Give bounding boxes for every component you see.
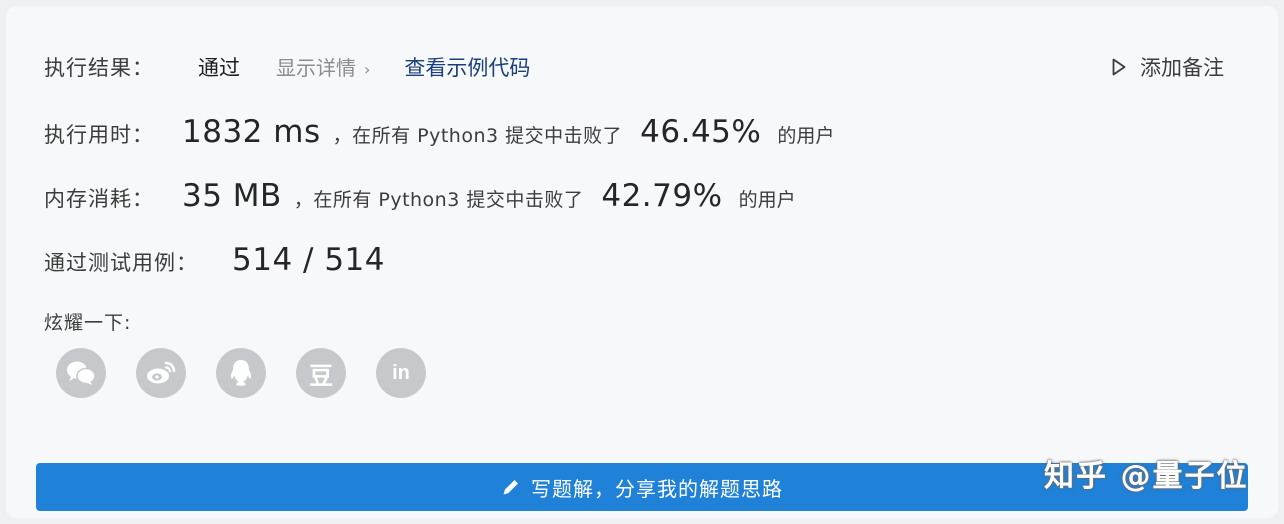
- play-outline-icon: [1112, 58, 1126, 76]
- linkedin-glyph: in: [392, 361, 410, 384]
- result-row: 执行结果： 通过 显示详情 › 查看示例代码: [44, 52, 530, 82]
- testcases-label: 通过测试用例：: [44, 251, 198, 275]
- wechat-icon[interactable]: [56, 348, 106, 398]
- runtime-suffix: 的用户: [777, 125, 835, 147]
- add-note-button[interactable]: 添加备注: [1112, 52, 1224, 82]
- memory-compare-text: ，在所有 Python3 提交中击败了: [293, 189, 584, 211]
- douban-icon[interactable]: 豆: [296, 348, 346, 398]
- watermark: 知乎 @量子位: [1044, 459, 1249, 494]
- memory-label: 内存消耗：: [44, 187, 154, 211]
- memory-row: 内存消耗： 35 MB ，在所有 Python3 提交中击败了 42.79% 的…: [44, 178, 796, 214]
- submission-result-card: 执行结果： 通过 显示详情 › 查看示例代码 添加备注 执行用时： 1832 m…: [6, 6, 1278, 518]
- runtime-label: 执行用时：: [44, 123, 154, 147]
- runtime-percent: 46.45%: [640, 114, 762, 150]
- result-label: 执行结果：: [44, 56, 154, 80]
- weibo-icon[interactable]: [136, 348, 186, 398]
- runtime-row: 执行用时： 1832 ms ，在所有 Python3 提交中击败了 46.45%…: [44, 114, 834, 150]
- runtime-compare-text: ，在所有 Python3 提交中击败了: [332, 125, 623, 147]
- memory-value: 35 MB: [182, 178, 282, 214]
- linkedin-icon[interactable]: in: [376, 348, 426, 398]
- memory-suffix: 的用户: [738, 189, 796, 211]
- view-sample-code-link[interactable]: 查看示例代码: [404, 52, 530, 82]
- testcases-value: 514 / 514: [232, 242, 385, 278]
- write-solution-label: 写题解，分享我的解题思路: [531, 476, 783, 501]
- share-row: 炫耀一下:: [44, 308, 131, 335]
- add-note-label: 添加备注: [1140, 56, 1224, 80]
- show-details-link[interactable]: 显示详情 ›: [276, 52, 370, 81]
- share-icons: 豆 in: [56, 348, 426, 398]
- testcases-row: 通过测试用例： 514 / 514: [44, 242, 385, 278]
- qq-icon[interactable]: [216, 348, 266, 398]
- pencil-icon: [503, 480, 518, 495]
- memory-percent: 42.79%: [601, 178, 723, 214]
- result-status: 通过: [198, 56, 240, 80]
- runtime-value: 1832 ms: [182, 114, 321, 150]
- chevron-right-icon: ›: [364, 60, 371, 79]
- share-label: 炫耀一下:: [44, 312, 132, 334]
- show-details-label: 显示详情: [276, 56, 356, 80]
- douban-glyph: 豆: [309, 361, 333, 390]
